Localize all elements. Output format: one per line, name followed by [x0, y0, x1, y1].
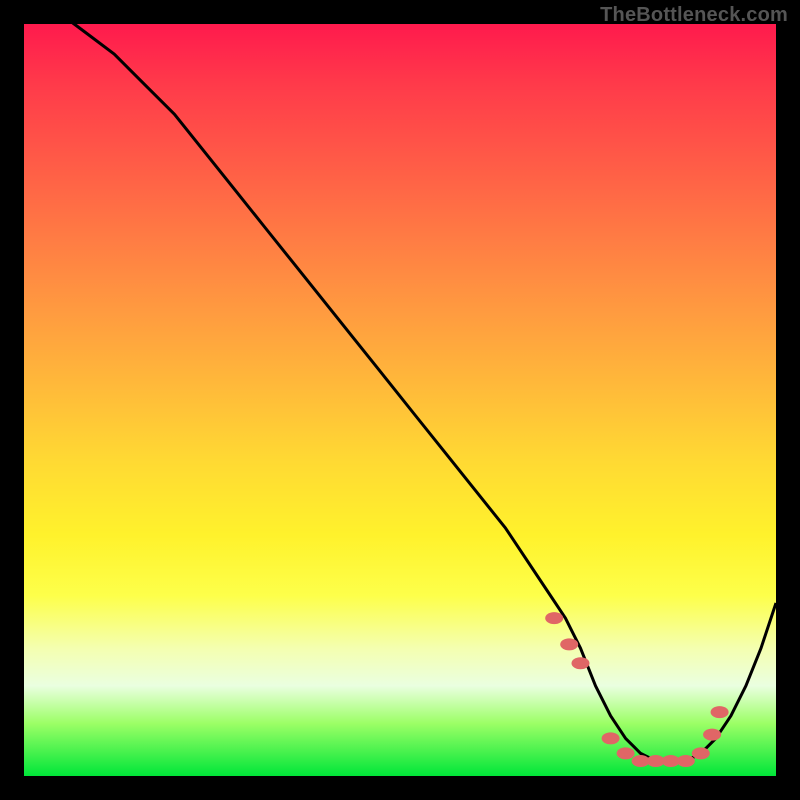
watermark-text: TheBottleneck.com	[600, 4, 788, 27]
highlight-dot	[677, 755, 695, 767]
curve-layer	[24, 24, 776, 776]
highlight-dot	[602, 732, 620, 744]
chart-frame: TheBottleneck.com	[0, 0, 800, 800]
bottleneck-curve	[24, 0, 776, 761]
highlight-dot	[617, 747, 635, 759]
plot-area	[24, 24, 776, 776]
highlight-dot	[703, 729, 721, 741]
highlight-dot	[711, 706, 729, 718]
highlight-dot	[560, 638, 578, 650]
highlight-dot	[692, 747, 710, 759]
highlight-dot	[572, 657, 590, 669]
highlight-dot	[545, 612, 563, 624]
